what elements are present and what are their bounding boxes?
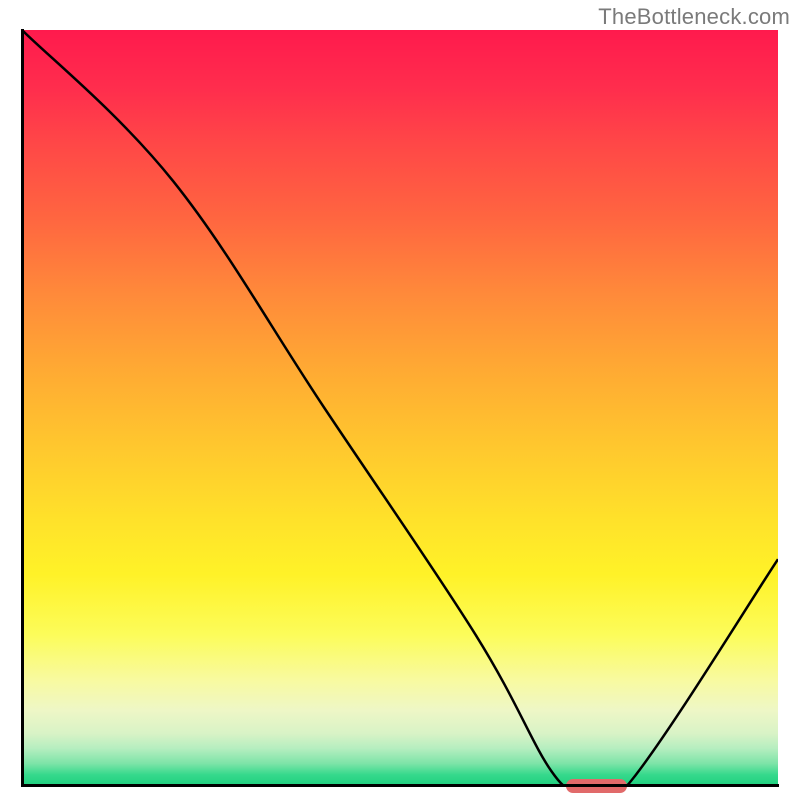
optimal-range-marker xyxy=(566,779,626,793)
curve-path xyxy=(22,30,778,786)
bottleneck-curve xyxy=(22,30,778,786)
plot-area xyxy=(22,30,778,786)
watermark-text: TheBottleneck.com xyxy=(598,4,790,30)
